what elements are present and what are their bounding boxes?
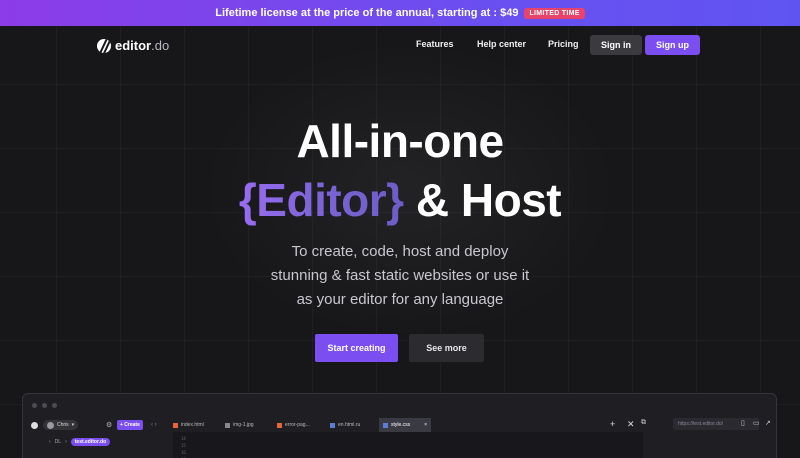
back-label: DL: [54, 439, 62, 445]
nav-link-pricing[interactable]: Pricing: [548, 39, 579, 49]
logo-icon: [97, 38, 111, 53]
user-menu[interactable]: Chris ▾: [43, 420, 79, 430]
nav-link-features[interactable]: Features: [416, 39, 454, 49]
see-more-button[interactable]: See more: [409, 334, 484, 362]
tab-index-html[interactable]: index.html: [169, 418, 208, 432]
chevron-right-icon: ›: [65, 439, 67, 445]
line-number: 16: [181, 450, 186, 455]
chevron-down-icon: ▾: [71, 422, 75, 428]
logo-text: editor.do: [115, 38, 170, 53]
promo-banner[interactable]: Lifetime license at the price of the ann…: [0, 0, 800, 26]
hero-subtitle-line2: stunning & fast static websites or use i…: [270, 267, 530, 284]
line-number: 14: [181, 436, 186, 441]
hero-subtitle-line3: as your editor for any language: [296, 291, 504, 308]
avatar: [47, 421, 54, 429]
external-link-icon[interactable]: ↗: [765, 419, 771, 427]
sign-up-button[interactable]: Sign up: [645, 35, 700, 55]
limited-time-badge: LIMITED TIME: [524, 7, 585, 19]
html-file-icon: [277, 422, 282, 428]
tab-error-page[interactable]: error-pag...: [273, 418, 314, 432]
tab-style-css[interactable]: style.css ×: [379, 418, 431, 432]
user-name: Chris: [57, 422, 69, 428]
hero-title-highlight: {Editor}: [238, 174, 404, 226]
promo-text: Lifetime license at the price of the ann…: [215, 7, 519, 19]
window-dot: [42, 403, 47, 408]
hero-subtitle-line1: To create, code, host and deploy: [291, 243, 509, 260]
window-dot: [32, 403, 37, 408]
site-selector[interactable]: ‹ DL › test.editor.do: [49, 438, 111, 446]
top-nav: editor.do Features Help center Pricing S…: [0, 26, 800, 66]
tab-img[interactable]: img-1.jpg: [221, 418, 258, 432]
hero-title-line1: All-in-one: [296, 115, 504, 167]
file-icon: [330, 422, 335, 428]
mobile-icon[interactable]: ▯: [741, 419, 745, 427]
hero-title-line2: {Editor} & Host: [0, 173, 800, 227]
sign-in-button[interactable]: Sign in: [590, 35, 642, 55]
site-pill[interactable]: test.editor.do: [70, 438, 111, 446]
close-panel-icon[interactable]: ✕: [627, 419, 635, 430]
logo[interactable]: editor.do: [97, 38, 169, 53]
preview-url-field[interactable]: https://test.editor.do/: [673, 418, 759, 430]
nav-arrows-icon[interactable]: ‹ ›: [151, 419, 157, 431]
tab-en-html[interactable]: en.html.ru: [326, 418, 364, 432]
back-icon[interactable]: ‹: [49, 439, 51, 445]
add-tab-icon[interactable]: +: [610, 419, 615, 429]
create-button[interactable]: + Create: [117, 420, 143, 430]
start-creating-button[interactable]: Start creating: [315, 334, 398, 362]
code-editor[interactable]: 14 15 16 17: [173, 432, 643, 458]
window-dot: [52, 403, 57, 408]
window-controls: [32, 403, 57, 408]
close-icon[interactable]: ×: [424, 422, 427, 428]
editor-preview: Chris ▾ ⚙ + Create ‹ › index.html img-1.…: [22, 393, 777, 458]
nav-link-help-center[interactable]: Help center: [477, 39, 526, 49]
gear-icon[interactable]: ⚙: [106, 419, 112, 431]
copy-icon[interactable]: ⧉: [641, 419, 646, 427]
line-number: 15: [181, 443, 186, 448]
hero-title-rest: & Host: [403, 174, 562, 226]
html-file-icon: [173, 422, 178, 428]
editor-logo-icon: [31, 419, 38, 431]
tablet-icon[interactable]: ▭: [753, 419, 760, 427]
image-file-icon: [225, 422, 230, 428]
css-file-icon: [383, 422, 388, 428]
